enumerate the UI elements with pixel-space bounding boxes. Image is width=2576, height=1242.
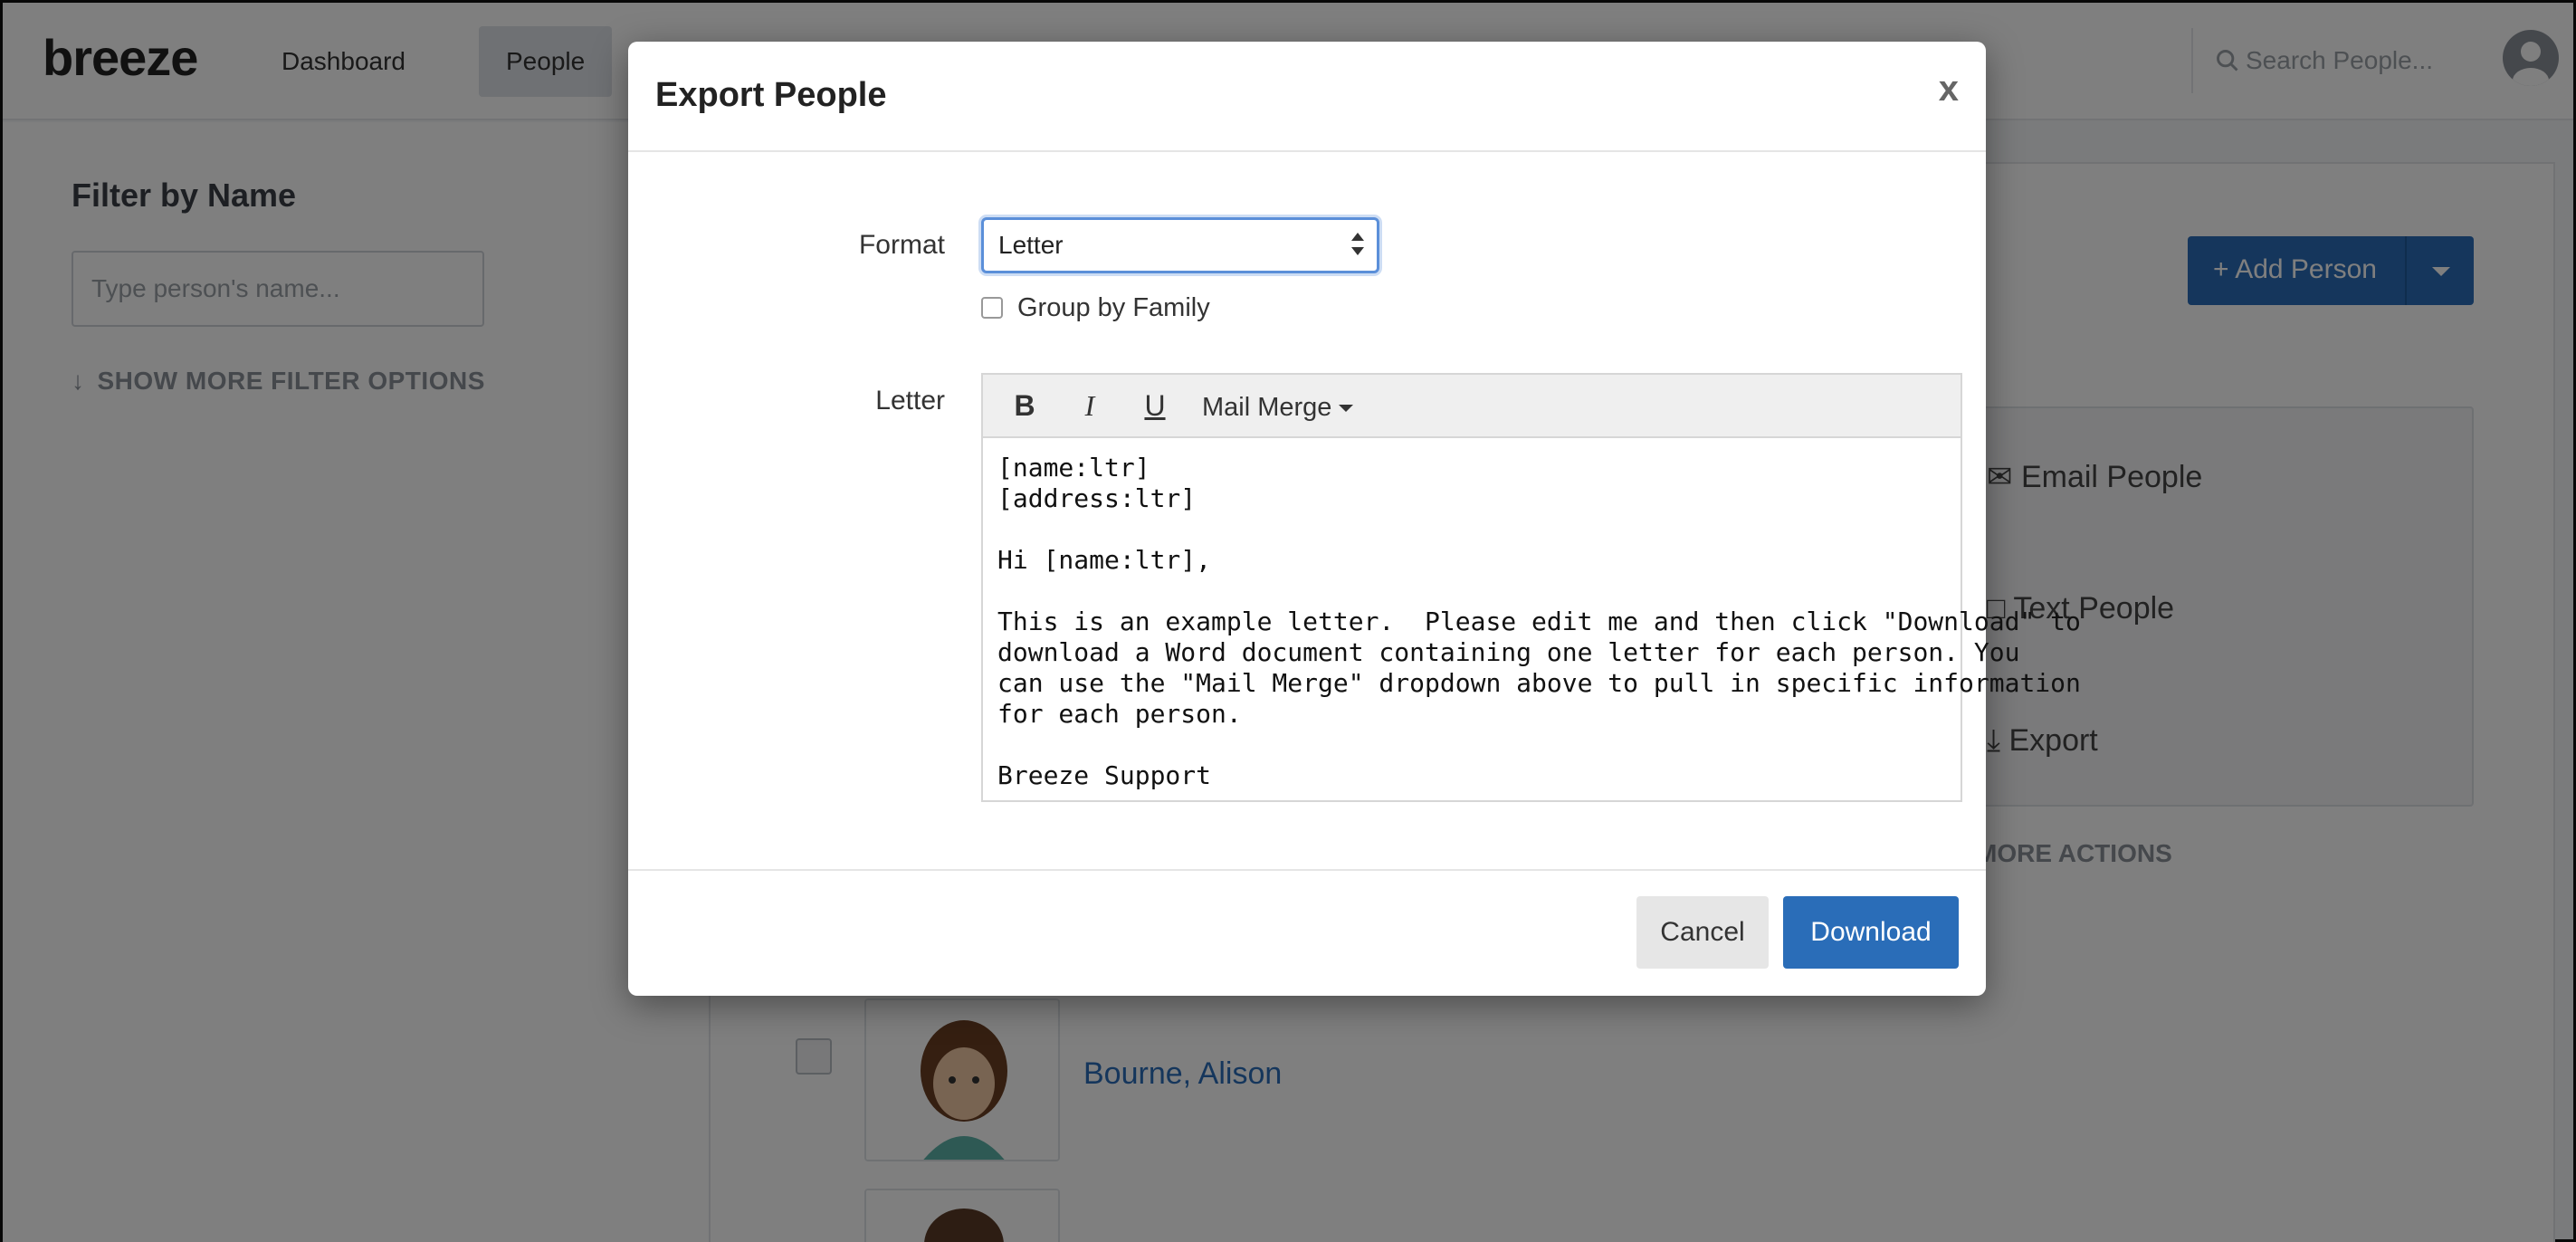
download-button[interactable]: Download (1783, 896, 1959, 969)
underline-icon[interactable]: U (1137, 387, 1173, 424)
select-arrows-icon (1351, 231, 1364, 260)
letter-line: can use the "Mail Merge" dropdown above … (997, 668, 2081, 698)
modal-footer: Cancel Download (628, 869, 1986, 996)
modal-title: Export People (655, 76, 887, 114)
letter-line (997, 514, 1948, 545)
letter-line: Breeze Support (997, 760, 1212, 790)
letter-editor: B I U Mail Merge [name:ltr] [address:ltr… (981, 373, 2081, 802)
letter-line: for each person. (997, 699, 1242, 729)
modal-header: Export People x (628, 42, 1986, 152)
format-select-value: Letter (998, 231, 1064, 259)
format-select[interactable]: Letter (981, 217, 1379, 273)
export-people-modal: Export People x Format Letter Group by F… (628, 42, 2081, 996)
cancel-button[interactable]: Cancel (1636, 896, 1769, 969)
italic-icon[interactable]: I (1072, 387, 1108, 424)
caret-down-icon (1339, 405, 1354, 413)
letter-line: This is an example letter. Please edit m… (997, 607, 2081, 636)
letter-line: [name:ltr] (997, 453, 1150, 482)
group-by-family-checkbox[interactable] (981, 297, 1003, 319)
letter-textarea[interactable]: [name:ltr] [address:ltr] Hi [name:ltr], … (997, 453, 2081, 797)
bold-icon[interactable]: B (1007, 387, 1043, 424)
editor-toolbar: B I U Mail Merge (983, 375, 1961, 438)
letter-line: download a Word document containing one … (997, 637, 2020, 667)
format-label: Format (858, 230, 945, 260)
group-by-family-label[interactable]: Group by Family (1017, 293, 1210, 323)
letter-label: Letter (875, 386, 945, 416)
mail-merge-dropdown[interactable]: Mail Merge (1202, 389, 1354, 425)
close-icon[interactable]: x (1939, 69, 1959, 110)
letter-line (997, 730, 1948, 760)
letter-line: Hi [name:ltr], (997, 545, 1212, 575)
letter-line (997, 576, 1948, 607)
letter-line: [address:ltr] (997, 483, 1197, 513)
